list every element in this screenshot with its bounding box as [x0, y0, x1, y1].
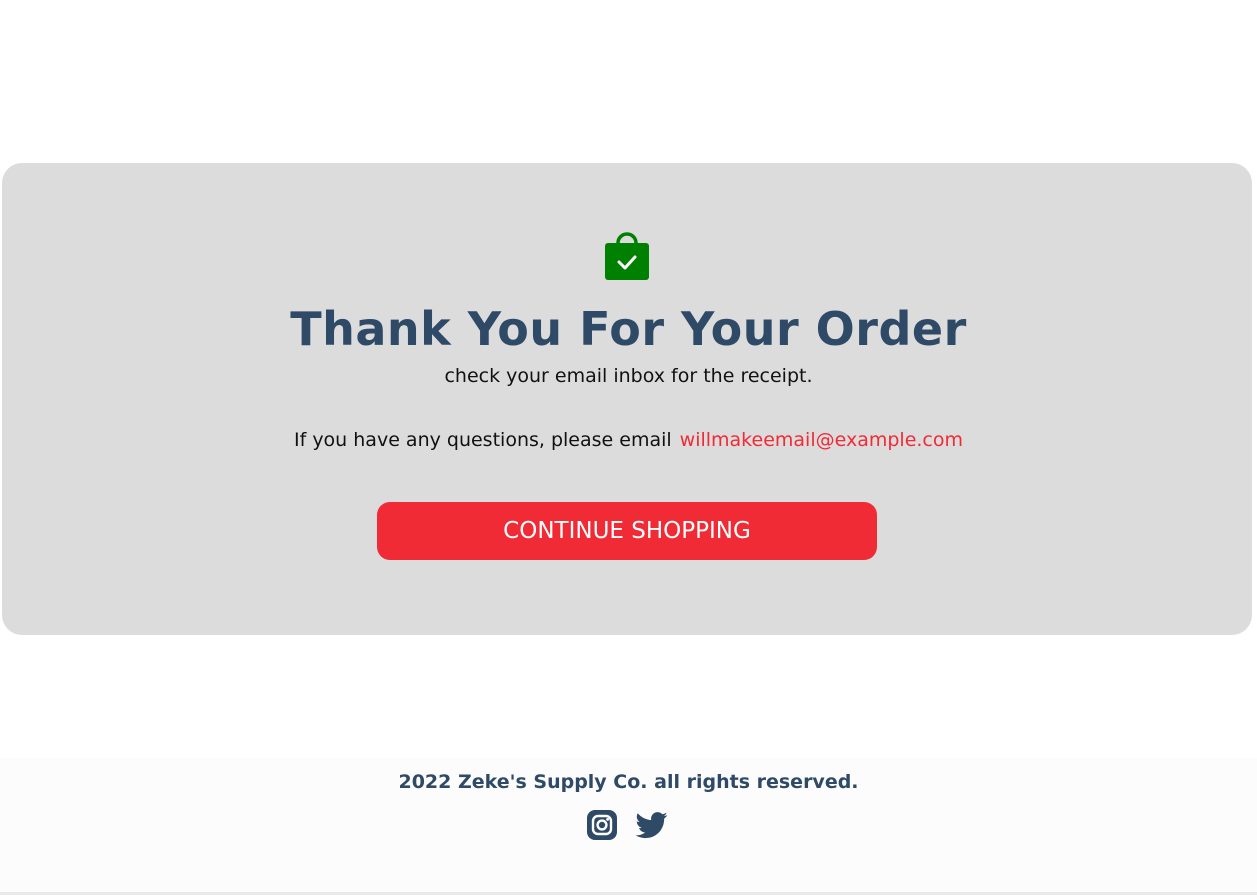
contact-text: If you have any questions, please email: [293, 429, 672, 451]
contact-email-link[interactable]: willmakeemail@example.com: [680, 429, 963, 451]
receipt-note: check your email inbox for the receipt.: [444, 365, 813, 387]
order-confirmation-page: Thank You For Your Order check your emai…: [0, 0, 1257, 895]
twitter-icon[interactable]: [636, 809, 668, 841]
instagram-icon[interactable]: [586, 809, 618, 841]
contact-line: If you have any questions, please email w…: [0, 428, 1257, 452]
page-title: Thank You For Your Order: [290, 302, 967, 356]
continue-shopping-button[interactable]: CONTINUE SHOPPING: [377, 502, 877, 560]
shopping-bag-check-icon: [605, 232, 649, 280]
footer: 2022 Zeke's Supply Co. all rights reserv…: [0, 758, 1257, 895]
copyright-text: 2022 Zeke's Supply Co. all rights reserv…: [398, 771, 859, 793]
